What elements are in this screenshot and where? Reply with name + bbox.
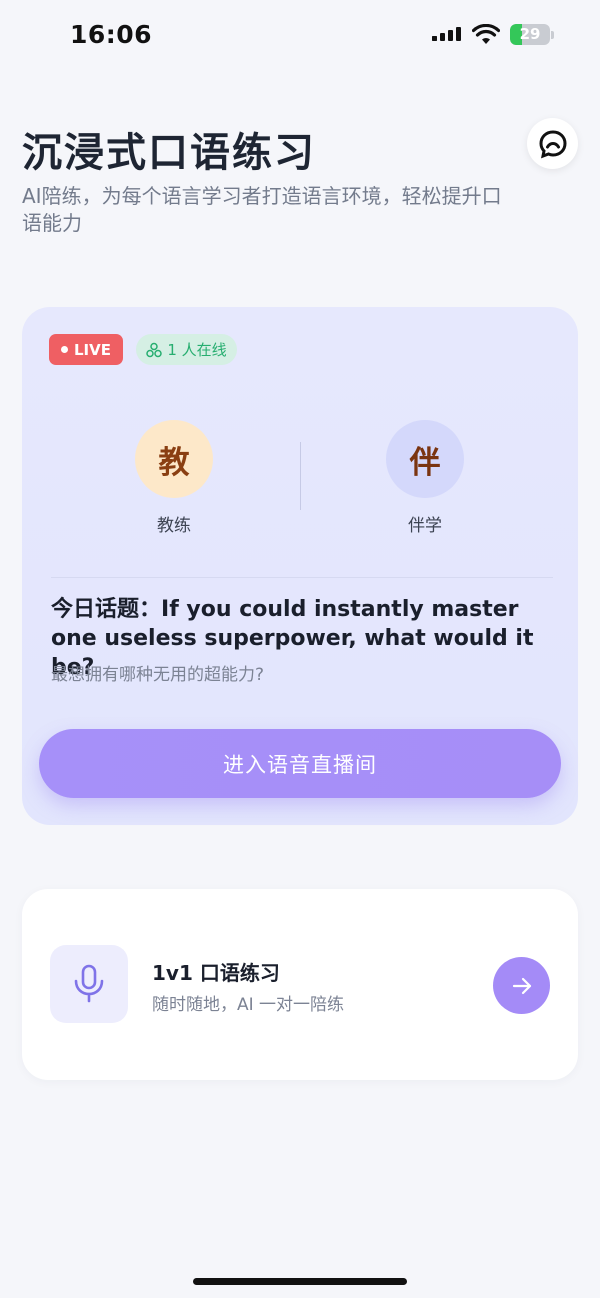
microphone-icon xyxy=(74,964,104,1003)
live-room-card: LIVE 1 人在线 教 教练 伴 伴学 今日话题：If you could i… xyxy=(22,307,578,825)
online-count-badge: 1 人在线 xyxy=(136,334,237,365)
role-divider xyxy=(300,442,301,510)
chat-bubble-icon xyxy=(538,129,567,158)
coach-avatar: 教 xyxy=(135,420,213,498)
study-buddy-avatar: 伴 xyxy=(386,420,464,498)
status-bar: 16:06 29 xyxy=(0,0,600,72)
practice-subtitle: 随时随地，AI 一对一陪练 xyxy=(152,995,345,1015)
battery-level: 29 xyxy=(519,25,541,43)
enter-voice-room-button[interactable]: 进入语音直播间 xyxy=(39,729,561,798)
topic-translation: 最想拥有哪种无用的超能力? xyxy=(51,665,265,685)
header-action-button[interactable] xyxy=(527,118,578,169)
role-coach[interactable]: 教 教练 xyxy=(119,420,229,536)
page-title: 沉浸式口语练习 xyxy=(22,130,316,176)
live-badge: LIVE xyxy=(49,334,123,365)
study-buddy-label: 伴学 xyxy=(408,516,442,536)
coach-label: 教练 xyxy=(157,516,191,536)
people-icon xyxy=(146,342,163,357)
online-label: 1 人在线 xyxy=(167,341,227,359)
practice-go-button[interactable] xyxy=(493,957,550,1014)
topic-prefix: 今日话题： xyxy=(51,597,162,622)
status-time: 16:06 xyxy=(70,20,153,49)
topic-divider xyxy=(51,577,553,578)
battery-icon: 29 xyxy=(510,24,550,45)
home-indicator[interactable] xyxy=(193,1278,407,1285)
coach-avatar-char: 教 xyxy=(158,444,190,481)
wifi-icon xyxy=(472,24,500,44)
cellular-signal-icon xyxy=(432,27,464,45)
live-dot-icon xyxy=(61,346,68,353)
one-on-one-practice-card[interactable]: 1v1 口语练习 随时随地，AI 一对一陪练 xyxy=(22,889,578,1080)
arrow-right-icon xyxy=(512,977,531,994)
practice-title: 1v1 口语练习 xyxy=(152,961,280,985)
live-label: LIVE xyxy=(74,340,111,359)
role-study-buddy[interactable]: 伴 伴学 xyxy=(370,420,480,536)
page-subtitle: AI陪练，为每个语言学习者打造语言环境，轻松提升口语能力 xyxy=(22,184,502,235)
study-buddy-avatar-char: 伴 xyxy=(409,444,441,481)
battery-tip xyxy=(551,31,554,39)
microphone-tile xyxy=(50,945,128,1023)
